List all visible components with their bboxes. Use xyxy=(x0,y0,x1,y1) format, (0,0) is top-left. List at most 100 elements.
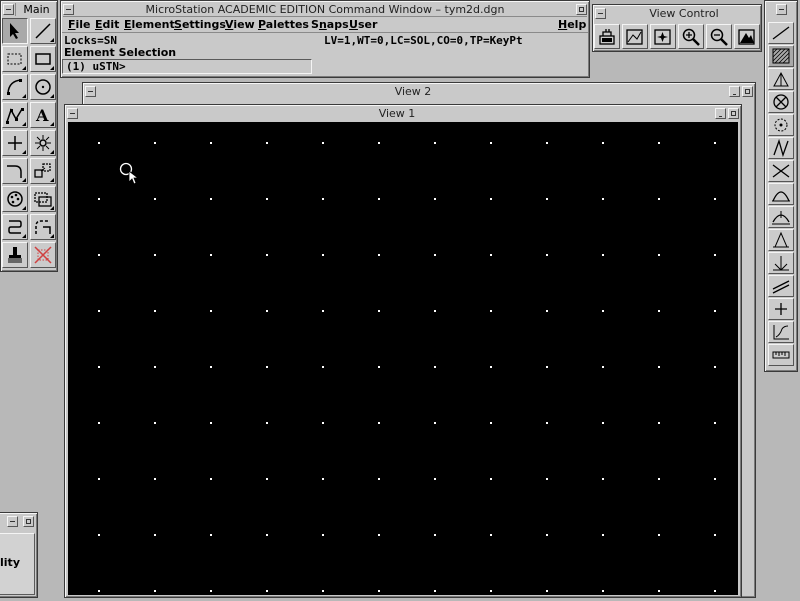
grid-dot xyxy=(490,534,492,536)
snap-tool-1[interactable] xyxy=(768,22,794,44)
grid-dot xyxy=(546,198,548,200)
snap-tool-12[interactable] xyxy=(768,275,794,297)
fit-view-icon xyxy=(654,29,671,45)
fit-all-button[interactable] xyxy=(734,24,760,49)
view-2-maximize-button[interactable] xyxy=(742,86,753,97)
menu-view[interactable]: View xyxy=(225,17,255,32)
snap-tool-7[interactable] xyxy=(768,160,794,182)
modify-element-tool[interactable] xyxy=(30,186,56,212)
drop-element-tool[interactable] xyxy=(2,242,28,268)
menu-settings[interactable]: Settings xyxy=(174,17,226,32)
snap-palette-menu-button[interactable] xyxy=(776,4,787,15)
place-cell-tool[interactable] xyxy=(30,130,56,156)
snap-tool-2[interactable] xyxy=(768,45,794,67)
change-attributes-tool[interactable] xyxy=(2,186,28,212)
locate-cursor-icon xyxy=(119,162,140,184)
place-arc-tool[interactable] xyxy=(2,74,28,100)
grid-dot xyxy=(322,590,324,592)
trim-tool[interactable] xyxy=(30,214,56,240)
grid-dot xyxy=(714,198,716,200)
snap-tool-6[interactable] xyxy=(768,137,794,159)
snap-tool-5[interactable] xyxy=(768,114,794,136)
menu-edit[interactable]: Edit xyxy=(95,17,119,32)
arc-tangent-icon xyxy=(772,191,790,202)
place-circle-tool[interactable] xyxy=(30,74,56,100)
grid-dot xyxy=(210,310,212,312)
grid-dot xyxy=(154,534,156,536)
grid-dot xyxy=(434,534,436,536)
lower-panel-button[interactable]: ality xyxy=(0,533,35,595)
snap-tool-3[interactable] xyxy=(768,68,794,90)
place-line-string-tool[interactable] xyxy=(2,102,28,128)
grid-dot xyxy=(546,590,548,592)
view-1-title[interactable]: View 1 xyxy=(81,107,713,120)
measure-tool[interactable] xyxy=(2,214,28,240)
snap-tool-15[interactable] xyxy=(768,344,794,366)
snap-tool-13[interactable] xyxy=(768,298,794,320)
fence-tool[interactable] xyxy=(2,46,28,72)
grid-dot xyxy=(210,590,212,592)
grid-dot xyxy=(322,254,324,256)
fillet-tool[interactable] xyxy=(2,158,28,184)
grid-dot xyxy=(602,534,604,536)
grid-dot xyxy=(546,422,548,424)
fit-all-icon xyxy=(738,29,755,45)
angle-curve-icon xyxy=(773,325,789,340)
grid-dot xyxy=(434,254,436,256)
snap-tool-8[interactable] xyxy=(768,183,794,205)
grid-dot xyxy=(490,422,492,424)
grid-dot xyxy=(490,366,492,368)
grid-dot xyxy=(434,478,436,480)
element-selection-tool[interactable] xyxy=(2,18,28,44)
fit-view-button[interactable] xyxy=(650,24,676,49)
view-1-menu-button[interactable] xyxy=(67,108,78,119)
window-area-button[interactable] xyxy=(622,24,648,49)
zoom-out-button[interactable] xyxy=(706,24,732,49)
grid-dot xyxy=(98,422,100,424)
lower-panel-maximize-button[interactable] xyxy=(23,516,34,527)
view-1-drawing-area[interactable] xyxy=(68,122,738,595)
place-line-tool[interactable] xyxy=(30,18,56,44)
view-2-menu-button[interactable] xyxy=(85,86,96,97)
snap-tool-4[interactable] xyxy=(768,91,794,113)
view-1-minimize-button[interactable] xyxy=(715,108,726,119)
place-block-tool[interactable] xyxy=(30,46,56,72)
menu-file[interactable]: File xyxy=(68,17,91,32)
grid-dot xyxy=(602,590,604,592)
lower-panel-minimize-button[interactable] xyxy=(7,516,18,527)
menu-element[interactable]: Element xyxy=(124,17,175,32)
place-point-tool[interactable] xyxy=(2,130,28,156)
view-control-menu-button[interactable] xyxy=(595,8,606,19)
active-settings-status: LV=1,WT=0,LC=SOL,CO=0,TP=KeyPt xyxy=(324,34,523,47)
menu-help[interactable]: Help xyxy=(558,17,586,32)
menu-snaps[interactable]: Snaps xyxy=(311,17,349,32)
grid-dot xyxy=(658,142,660,144)
command-input-field[interactable]: (1) uSTN> xyxy=(62,59,312,74)
hatch-icon xyxy=(772,48,790,64)
keypoint-icon xyxy=(775,303,787,315)
grid-dot xyxy=(714,254,716,256)
menu-palettes[interactable]: Palettes xyxy=(258,17,309,32)
command-window-maximize-button[interactable] xyxy=(576,4,587,15)
menu-user[interactable]: User xyxy=(349,17,377,32)
view-2-minimize-button[interactable] xyxy=(729,86,740,97)
command-window-menu-button[interactable] xyxy=(63,4,74,15)
arrow-pointer-icon xyxy=(10,23,19,39)
zoom-in-button[interactable] xyxy=(678,24,704,49)
snap-tool-11[interactable] xyxy=(768,252,794,274)
main-palette-title: Main xyxy=(15,3,57,16)
grid-dot xyxy=(266,310,268,312)
update-view-button[interactable] xyxy=(594,24,620,49)
command-window-title: MicroStation ACADEMIC EDITION Command Wi… xyxy=(145,3,505,16)
copy-element-tool[interactable] xyxy=(30,158,56,184)
grid-dot xyxy=(378,366,380,368)
delete-element-tool[interactable] xyxy=(30,242,56,268)
snap-tool-14[interactable] xyxy=(768,321,794,343)
snap-tool-9[interactable] xyxy=(768,206,794,228)
snap-tool-10[interactable] xyxy=(768,229,794,251)
place-text-tool[interactable]: A xyxy=(30,102,56,128)
view-1-maximize-button[interactable] xyxy=(728,108,739,119)
grid-dot xyxy=(154,198,156,200)
main-palette-menu-button[interactable] xyxy=(3,4,14,15)
view-2-title[interactable]: View 2 xyxy=(99,85,727,98)
